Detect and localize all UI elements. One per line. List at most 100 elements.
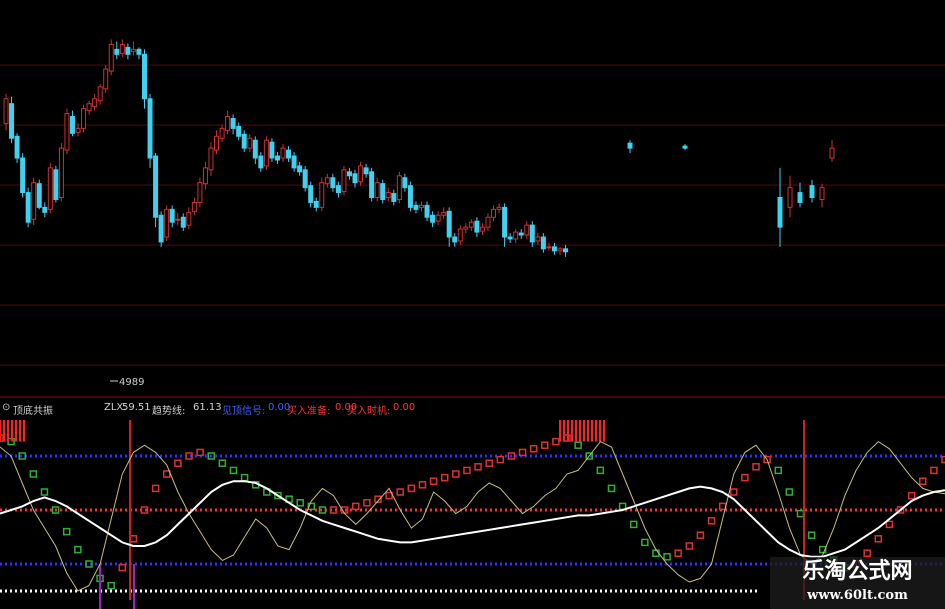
osc-bar xyxy=(74,545,82,554)
osc-bar xyxy=(919,477,927,485)
osc-bar xyxy=(107,581,115,590)
candle-body xyxy=(191,201,197,212)
candle-body xyxy=(14,135,20,159)
candle-body xyxy=(319,182,325,208)
osc-bar xyxy=(930,466,938,475)
candle-body xyxy=(797,192,803,203)
candle-body xyxy=(441,211,447,216)
candle-body xyxy=(202,167,208,185)
candle-body xyxy=(385,192,391,198)
osc-bar xyxy=(730,488,738,496)
candle-body xyxy=(502,206,508,238)
osc-bar xyxy=(874,535,883,543)
candle-body xyxy=(42,206,48,213)
candle-body xyxy=(809,185,815,198)
legend-name-buy-timing: 买入时机: xyxy=(347,406,391,417)
candle-body xyxy=(396,175,402,200)
candle-body xyxy=(358,165,364,183)
candle-body xyxy=(153,155,159,218)
osc-bar xyxy=(574,441,582,449)
osc-bar xyxy=(685,542,694,550)
osc-bar xyxy=(485,459,493,467)
candle-body xyxy=(263,139,269,167)
indicator-header: ⊙ 顶底共振 ZLX: 59.51 趋势线: 61.13 见顶信号: 0.00 … xyxy=(0,401,945,417)
candle-body xyxy=(236,125,242,137)
candle-body xyxy=(413,204,419,210)
candle-body xyxy=(407,185,413,208)
candle-body xyxy=(479,226,485,232)
candle-body xyxy=(252,139,258,159)
candle-body xyxy=(485,216,491,228)
candle-body xyxy=(180,216,186,228)
osc-bar xyxy=(674,549,682,557)
candle-body xyxy=(446,210,452,238)
candle-body xyxy=(169,208,175,223)
candle-body xyxy=(341,169,347,193)
legend-value-buy-timing: 0.00 xyxy=(393,402,416,413)
chart-canvas: 4989 xyxy=(0,39,945,609)
legend-name-buy-prepare: 买入准备: xyxy=(287,406,331,417)
osc-bar xyxy=(707,517,716,525)
osc-bar xyxy=(907,491,916,500)
osc-bar xyxy=(174,459,182,467)
candle-body xyxy=(540,236,546,250)
osc-bar xyxy=(429,477,438,485)
candle-body xyxy=(58,147,64,198)
candle-body xyxy=(374,182,380,198)
candle-body xyxy=(524,224,530,236)
candle-body xyxy=(452,236,458,243)
candle-body xyxy=(9,103,15,139)
candle-body xyxy=(529,224,535,243)
candle-body xyxy=(513,231,519,240)
candle-body xyxy=(474,220,480,233)
candle-body xyxy=(463,226,469,230)
candle-body xyxy=(286,149,292,159)
candle-body xyxy=(20,157,26,194)
candle-body xyxy=(352,173,358,184)
osc-bar xyxy=(40,488,49,496)
osc-bar xyxy=(752,463,760,471)
candle-body xyxy=(324,177,330,185)
osc-bar xyxy=(641,538,649,547)
watermark: 乐淘公式网 www.60lt.com xyxy=(770,557,945,609)
candle-body xyxy=(627,142,633,149)
candle-body xyxy=(330,177,336,189)
candle-body xyxy=(369,171,375,198)
osc-bar xyxy=(163,470,171,478)
candle-body xyxy=(241,133,247,149)
candle-body xyxy=(136,48,142,55)
candle-body xyxy=(430,214,436,223)
candle-body xyxy=(47,167,53,210)
candle-body xyxy=(247,137,253,149)
osc-bar xyxy=(229,466,238,475)
osc-bar xyxy=(863,549,871,557)
candle-body xyxy=(81,108,87,129)
candle-body xyxy=(86,103,92,112)
candle-body xyxy=(53,169,59,200)
watermark-url: www.60lt.com xyxy=(807,588,908,603)
candle-body xyxy=(36,183,42,208)
candle-body xyxy=(518,232,524,236)
candle-body xyxy=(208,147,214,171)
candle-body xyxy=(457,228,463,242)
indicator-settings-icon[interactable]: ⊙ xyxy=(2,402,10,413)
candle-body xyxy=(274,155,280,161)
candle-body xyxy=(3,98,9,124)
candle-body xyxy=(682,145,688,149)
osc-bar xyxy=(596,466,605,475)
osc-bar xyxy=(663,553,671,561)
candle-body xyxy=(142,53,147,100)
legend-value-zlx: 59.51 xyxy=(122,402,151,413)
candle-body xyxy=(186,211,192,226)
osc-bar xyxy=(807,531,816,539)
osc-bar xyxy=(885,520,894,529)
osc-bar xyxy=(440,473,449,482)
indicator-title: 顶底共振 xyxy=(13,406,53,417)
legend-value-trend: 61.13 xyxy=(193,402,222,413)
candle-body xyxy=(313,200,319,208)
candle-body xyxy=(175,218,181,221)
low-marker-label: 4989 xyxy=(119,377,144,388)
osc-bar xyxy=(240,473,249,482)
osc-bar xyxy=(629,520,638,529)
osc-bar xyxy=(741,473,749,482)
